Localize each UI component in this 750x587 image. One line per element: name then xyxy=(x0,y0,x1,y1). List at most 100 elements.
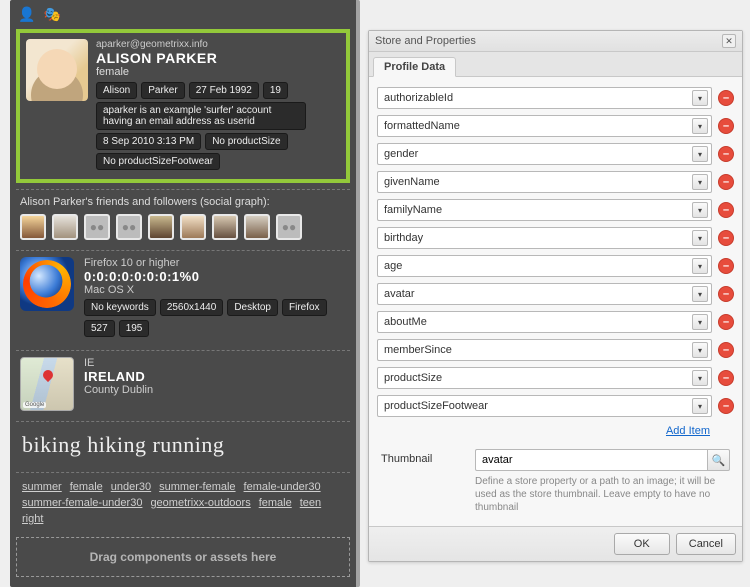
thumbnail-input[interactable] xyxy=(475,449,708,471)
segment-link[interactable]: summer-female-under30 xyxy=(22,497,142,509)
segment-links: summer female under30 summer-female fema… xyxy=(20,479,346,527)
profile-info: aparker@geometrixx.info ALISON PARKER fe… xyxy=(96,39,340,173)
cancel-button[interactable]: Cancel xyxy=(676,533,736,555)
property-row: birthday ▾– xyxy=(377,227,734,249)
friend-avatar[interactable] xyxy=(180,214,206,240)
remove-property-button[interactable]: – xyxy=(718,230,734,246)
chevron-down-icon[interactable]: ▾ xyxy=(692,174,708,190)
property-row: givenName▾– xyxy=(377,171,734,193)
property-row: memberSince▾– xyxy=(377,339,734,361)
chevron-down-icon[interactable]: ▾ xyxy=(692,342,708,358)
friend-avatar[interactable] xyxy=(244,214,270,240)
ok-button[interactable]: OK xyxy=(614,533,670,555)
dialog-header: Store and Properties ✕ xyxy=(369,31,742,52)
chip-num2: 195 xyxy=(119,320,150,337)
property-select[interactable]: birthday ▾ xyxy=(377,227,712,249)
segment-link[interactable]: under30 xyxy=(111,481,151,493)
remove-property-button[interactable]: – xyxy=(718,90,734,106)
friends-row: ●● ●● ●● xyxy=(20,214,346,240)
user-icon[interactable]: 👤 xyxy=(18,6,35,23)
property-name: age xyxy=(384,260,402,272)
property-name: aboutMe xyxy=(384,316,427,328)
remove-property-button[interactable]: – xyxy=(718,174,734,190)
remove-property-button[interactable]: – xyxy=(718,398,734,414)
segment-link[interactable]: geometrixx-outdoors xyxy=(150,497,250,509)
segment-link[interactable]: female-under30 xyxy=(244,481,321,493)
chevron-down-icon[interactable]: ▾ xyxy=(692,230,708,246)
segment-link[interactable]: summer-female xyxy=(159,481,235,493)
remove-property-button[interactable]: – xyxy=(718,146,734,162)
interests-section: biking hiking running xyxy=(16,421,350,466)
profile-chips-row2: 8 Sep 2010 3:13 PM No productSize xyxy=(96,133,340,150)
friends-label: Alison Parker's friends and followers (s… xyxy=(20,196,346,208)
tech-chips: No keywords 2560x1440 Desktop Firefox 52… xyxy=(84,299,346,337)
chip-family-name: Parker xyxy=(141,82,184,99)
property-row: authorizableId▾– xyxy=(377,87,734,109)
property-select[interactable]: avatar▾ xyxy=(377,283,712,305)
property-select[interactable]: productSize ▾ xyxy=(377,367,712,389)
property-name: gender xyxy=(384,148,418,160)
close-icon[interactable]: ✕ xyxy=(722,34,736,48)
friend-avatar[interactable] xyxy=(212,214,238,240)
friend-avatar[interactable] xyxy=(52,214,78,240)
segment-link[interactable]: teen xyxy=(300,497,321,509)
friends-section: Alison Parker's friends and followers (s… xyxy=(16,189,350,244)
chip-browser: Firefox xyxy=(282,299,327,316)
segment-link[interactable]: female xyxy=(259,497,292,509)
property-row: familyName▾– xyxy=(377,199,734,221)
chevron-down-icon[interactable]: ▾ xyxy=(692,258,708,274)
chevron-down-icon[interactable]: ▾ xyxy=(692,90,708,106)
ip-address: 0:0:0:0:0:0:0:1%0 xyxy=(84,269,346,284)
profile-gender: female xyxy=(96,66,340,78)
chevron-down-icon[interactable]: ▾ xyxy=(692,398,708,414)
segment-link[interactable]: right xyxy=(22,513,43,525)
property-select[interactable]: productSizeFootwear ▾ xyxy=(377,395,712,417)
property-name: productSize xyxy=(384,372,442,384)
chip-birthday: 27 Feb 1992 xyxy=(189,82,259,99)
component-dropzone[interactable]: Drag components or assets here xyxy=(16,537,350,577)
country-code: IE xyxy=(84,357,346,369)
browser-title: Firefox 10 or higher xyxy=(84,257,346,269)
remove-property-button[interactable]: – xyxy=(718,314,734,330)
property-name: birthday xyxy=(384,232,423,244)
property-select[interactable]: gender ▾ xyxy=(377,143,712,165)
dialog-tabs: Profile Data xyxy=(369,52,742,77)
chevron-down-icon[interactable]: ▾ xyxy=(692,286,708,302)
remove-property-button[interactable]: – xyxy=(718,286,734,302)
add-item-link[interactable]: Add Item xyxy=(666,425,710,437)
chevron-down-icon[interactable]: ▾ xyxy=(692,314,708,330)
remove-property-button[interactable]: – xyxy=(718,342,734,358)
remove-property-button[interactable]: – xyxy=(718,118,734,134)
chevron-down-icon[interactable]: ▾ xyxy=(692,146,708,162)
property-select[interactable]: aboutMe ▾ xyxy=(377,311,712,333)
search-icon[interactable]: 🔍 xyxy=(708,449,730,471)
property-select[interactable]: formattedName▾ xyxy=(377,115,712,137)
chevron-down-icon[interactable]: ▾ xyxy=(692,370,708,386)
property-name: productSizeFootwear xyxy=(384,400,488,412)
remove-property-button[interactable]: – xyxy=(718,258,734,274)
segment-link[interactable]: summer xyxy=(22,481,62,493)
friend-placeholder[interactable]: ●● xyxy=(116,214,142,240)
chevron-down-icon[interactable]: ▾ xyxy=(692,202,708,218)
property-select[interactable]: familyName▾ xyxy=(377,199,712,221)
friend-placeholder[interactable]: ●● xyxy=(84,214,110,240)
chevron-down-icon[interactable]: ▾ xyxy=(692,118,708,134)
property-select[interactable]: memberSince▾ xyxy=(377,339,712,361)
panel-top-icons: 👤 🎭 xyxy=(10,0,356,27)
thumbnail-label: Thumbnail xyxy=(381,449,467,465)
property-select[interactable]: age ▾ xyxy=(377,255,712,277)
remove-property-button[interactable]: – xyxy=(718,370,734,386)
tab-profile-data[interactable]: Profile Data xyxy=(373,57,456,77)
property-row: age ▾– xyxy=(377,255,734,277)
property-select[interactable]: authorizableId▾ xyxy=(377,87,712,109)
mask-icon[interactable]: 🎭 xyxy=(43,6,60,23)
friend-placeholder[interactable]: ●● xyxy=(276,214,302,240)
remove-property-button[interactable]: – xyxy=(718,202,734,218)
chip-given-name: Alison xyxy=(96,82,137,99)
profile-name: ALISON PARKER xyxy=(96,50,340,66)
property-select[interactable]: givenName▾ xyxy=(377,171,712,193)
country-name: IRELAND xyxy=(84,369,346,384)
friend-avatar[interactable] xyxy=(148,214,174,240)
segment-link[interactable]: female xyxy=(70,481,103,493)
friend-avatar[interactable] xyxy=(20,214,46,240)
